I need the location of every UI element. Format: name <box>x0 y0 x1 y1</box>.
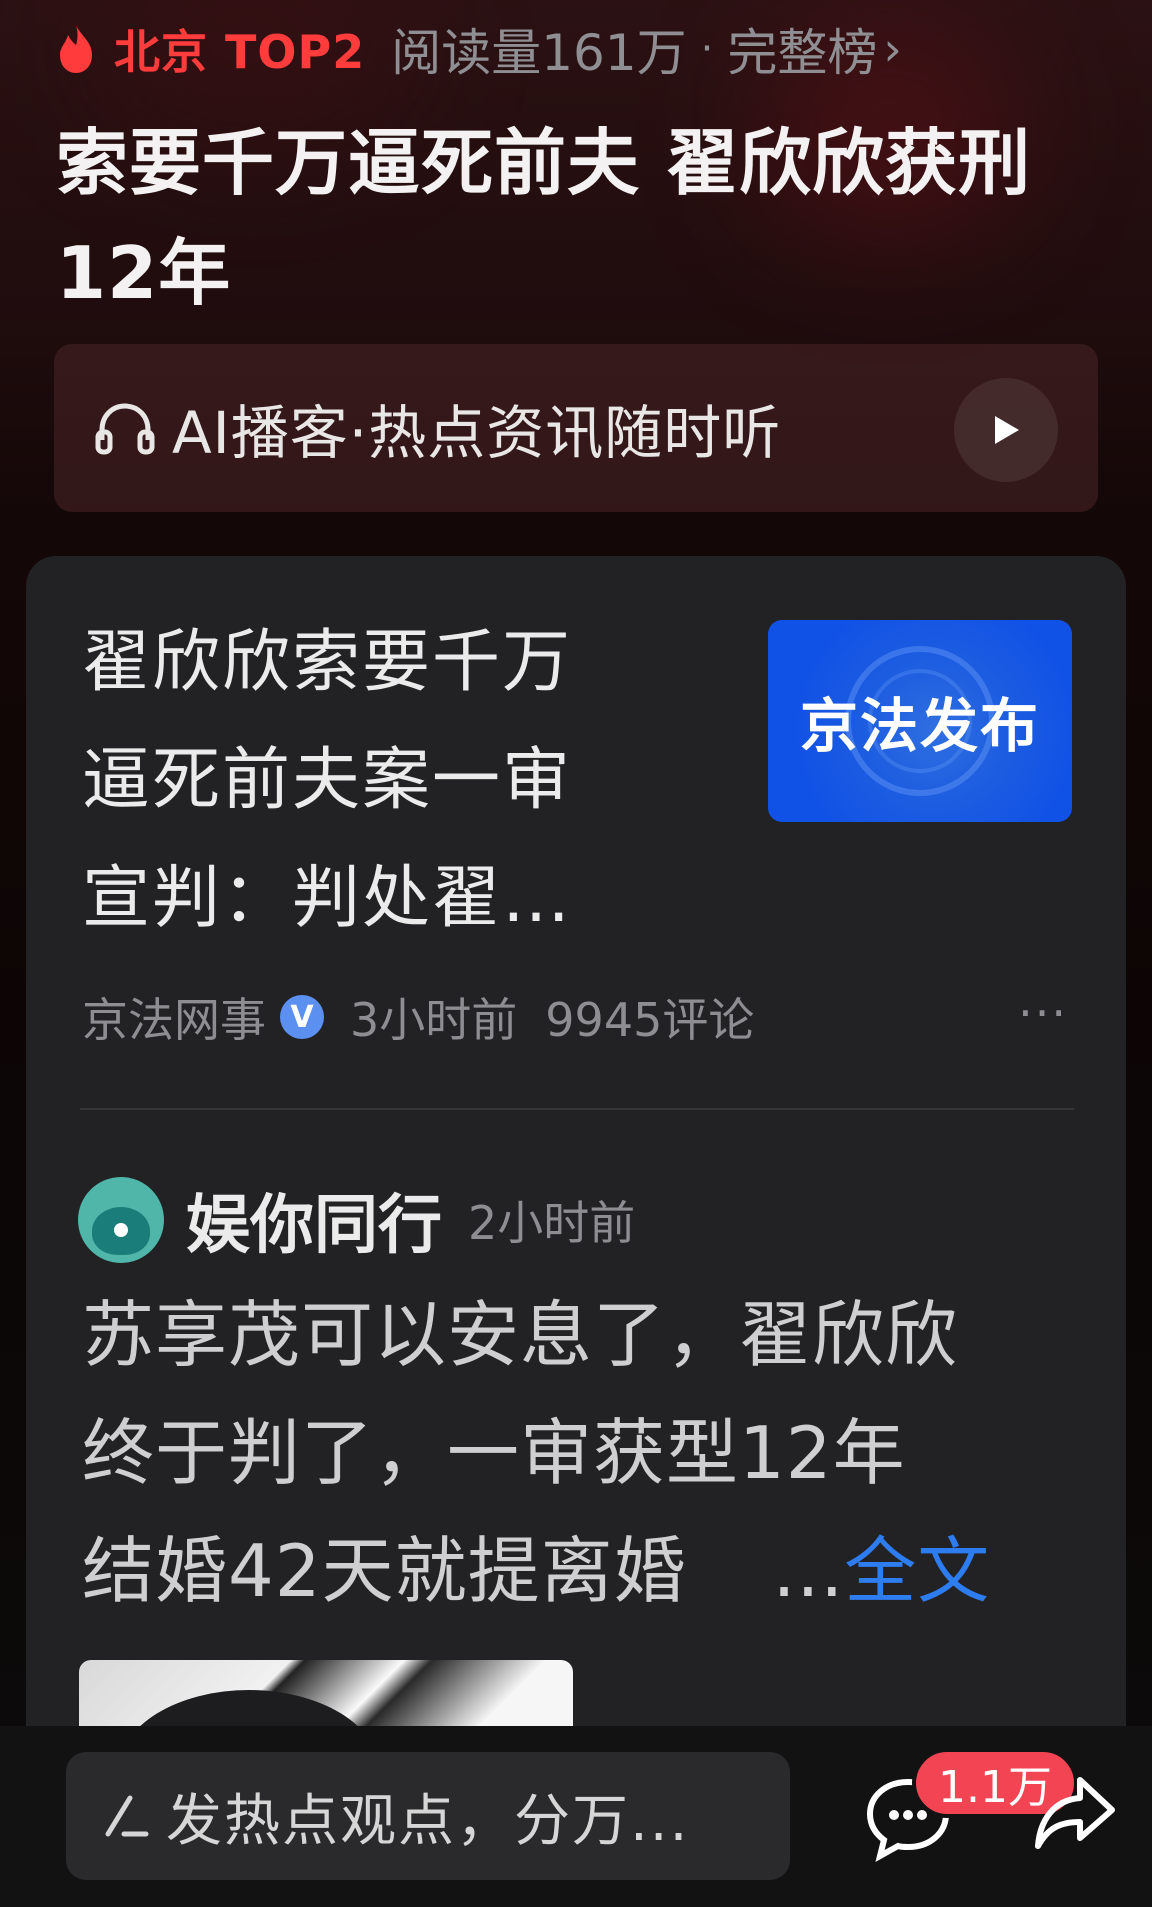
post-line: 结婚42天就提离婚 <box>82 1529 687 1613</box>
article-source[interactable]: 京法网事 <box>82 984 266 1050</box>
article-meta: 京法网事 V 3小时前 9945评论 <box>82 984 754 1050</box>
thumbnail-text: 京法发布 <box>799 692 1040 760</box>
post-text[interactable]: 苏享茂可以安息了，翟欣欣 终于判了，一审获型12年 结婚42天就提离婚 ...全文 <box>82 1276 1092 1630</box>
share-icon[interactable] <box>1030 1770 1118 1858</box>
post-author-row: 娱你同行 2小时前 <box>78 1174 635 1266</box>
chevron-right-icon: › <box>883 22 902 76</box>
read-count: 阅读量161万 <box>391 24 687 80</box>
post-time: 2小时前 <box>468 1196 636 1250</box>
podcast-label: AI播客·热点资讯随时听 <box>172 399 782 467</box>
topic-title: 索要千万逼死前夫 翟欣欣获刑12年 <box>56 121 1032 315</box>
ellipsis: ... <box>772 1529 845 1613</box>
post-author[interactable]: 娱你同行 <box>186 1174 442 1266</box>
feed-card: 翟欣欣索要千万逼死前夫案一审宣判：判处翟… 京法发布 京法网事 V 3小时前 9… <box>26 556 1126 1756</box>
article-time: 3小时前 <box>350 993 518 1047</box>
rank-location: 北京 TOP2 <box>114 25 366 79</box>
post-line: 苏享茂可以安息了，翟欣欣 <box>82 1293 959 1377</box>
article-comment-count: 9945评论 <box>545 993 755 1047</box>
flame-icon <box>60 25 92 73</box>
divider <box>80 1108 1074 1110</box>
comment-placeholder: 发热点观点，分万... <box>166 1788 690 1854</box>
separator: · <box>700 26 714 72</box>
play-button[interactable] <box>954 378 1058 482</box>
more-icon[interactable]: ··· <box>1018 986 1068 1040</box>
article-thumbnail[interactable]: 京法发布 <box>768 620 1072 822</box>
play-icon <box>995 416 1019 444</box>
article-title[interactable]: 翟欣欣索要千万逼死前夫案一审宣判：判处翟… <box>82 604 622 958</box>
avatar[interactable] <box>78 1177 164 1263</box>
post-line: 终于判了，一审获型12年 <box>82 1411 906 1495</box>
comment-input[interactable]: 发热点观点，分万... <box>66 1752 790 1880</box>
headphones-icon <box>95 403 155 455</box>
ai-podcast-bar[interactable]: AI播客·热点资讯随时听 <box>54 344 1098 512</box>
full-text-link[interactable]: 全文 <box>844 1529 990 1613</box>
full-rank-link[interactable]: 完整榜 <box>727 18 877 80</box>
verified-icon: V <box>280 995 324 1039</box>
post-line-last: 结婚42天就提离婚 ...全文 <box>82 1512 1092 1630</box>
hot-rank-row[interactable]: 北京 TOP2 阅读量161万 · 完整榜 › <box>56 18 1116 80</box>
pen-icon <box>105 1795 149 1837</box>
